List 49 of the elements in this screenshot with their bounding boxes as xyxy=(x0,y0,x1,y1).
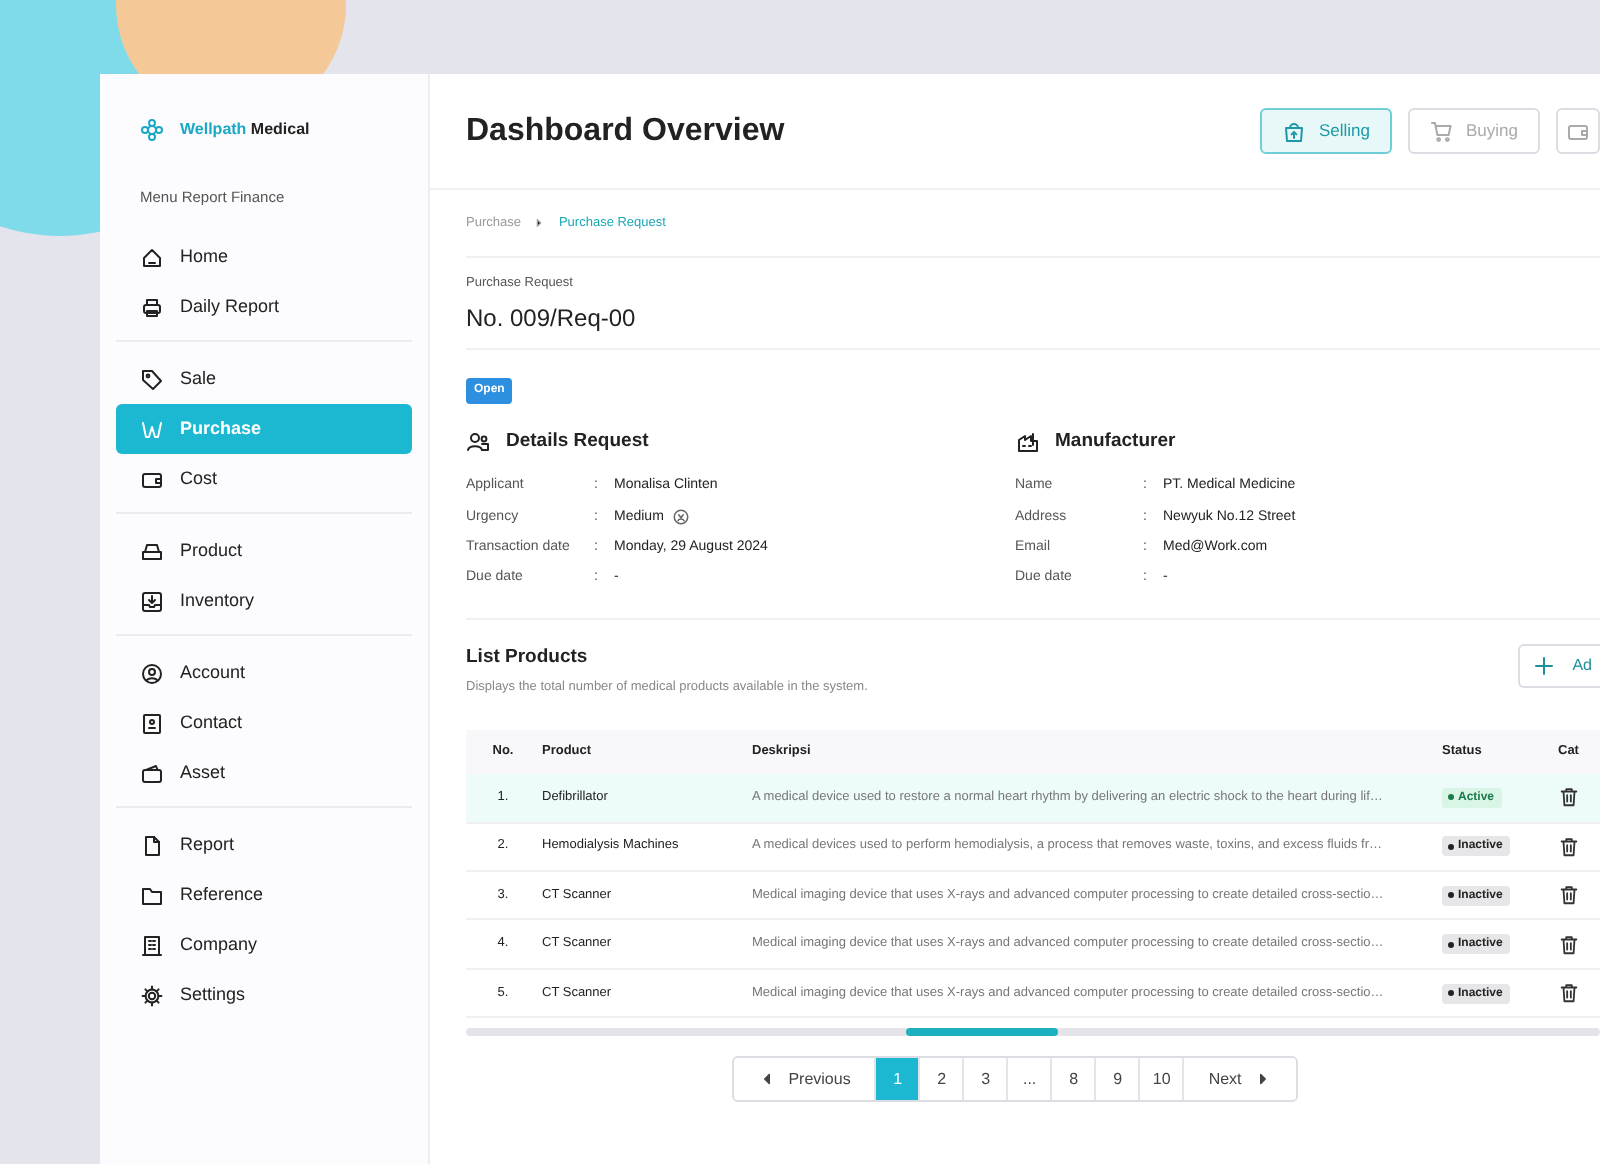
trash-icon[interactable] xyxy=(1558,982,1580,1004)
section-title: Details Request xyxy=(506,427,649,456)
cart-icon xyxy=(1430,119,1454,143)
previous-button[interactable]: Previous xyxy=(734,1058,877,1101)
add-button[interactable]: Ad xyxy=(1518,643,1600,688)
brand-name: Wellpath Medical xyxy=(180,118,310,142)
sidebar-item[interactable]: Asset xyxy=(116,748,412,799)
sidebar-item[interactable]: Daily Report xyxy=(116,282,412,333)
sidebar-item[interactable]: Reference xyxy=(116,870,412,921)
factory-icon xyxy=(1015,429,1039,454)
sidebar-item[interactable]: Cost xyxy=(116,454,412,505)
sidebar-item[interactable]: Report xyxy=(116,820,412,871)
sidebar-item[interactable]: Home xyxy=(116,232,412,283)
contact-card-icon xyxy=(140,711,164,736)
sidebar-item[interactable]: Settings xyxy=(116,970,412,1021)
page-title: Dashboard Overview xyxy=(466,111,785,151)
home-icon xyxy=(140,245,164,270)
plus-icon xyxy=(1532,653,1557,678)
folder-icon xyxy=(140,883,164,908)
people-icon xyxy=(466,429,490,454)
wallet-icon xyxy=(1566,119,1590,143)
wallet-icon xyxy=(140,467,164,492)
inbox-icon xyxy=(140,589,164,614)
sidebar-item[interactable]: Account xyxy=(116,648,412,699)
logo-icon xyxy=(140,118,164,142)
settings-icon xyxy=(140,983,164,1008)
scrollbar-track[interactable] xyxy=(466,1028,1600,1037)
sidebar-item[interactable]: Company xyxy=(116,920,412,971)
trash-icon[interactable] xyxy=(1558,884,1580,907)
section-title: Manufacturer xyxy=(1055,427,1176,456)
sidebar-item[interactable]: Contact xyxy=(116,698,412,749)
tray-icon xyxy=(140,539,164,564)
shopping-bag-icon xyxy=(1282,119,1307,143)
trash-icon[interactable] xyxy=(1558,786,1580,809)
trash-icon[interactable] xyxy=(1558,835,1580,858)
sidebar-item[interactable]: Product xyxy=(116,526,412,577)
chevron-icon xyxy=(532,216,547,230)
tag-icon xyxy=(140,367,164,392)
user-icon xyxy=(140,661,164,686)
request-number: No. 009/Req-00 xyxy=(466,301,638,336)
wallet-icon xyxy=(140,761,164,786)
trash-icon[interactable] xyxy=(1558,933,1580,956)
sidebar-item[interactable]: Sale xyxy=(116,354,412,405)
scrollbar-thumb[interactable] xyxy=(906,1028,1058,1037)
document-icon xyxy=(140,833,164,858)
sidebar-item[interactable]: Inventory xyxy=(116,576,412,627)
printer-icon xyxy=(140,295,164,320)
building-icon xyxy=(140,933,164,958)
section-title: List Products xyxy=(466,643,590,672)
